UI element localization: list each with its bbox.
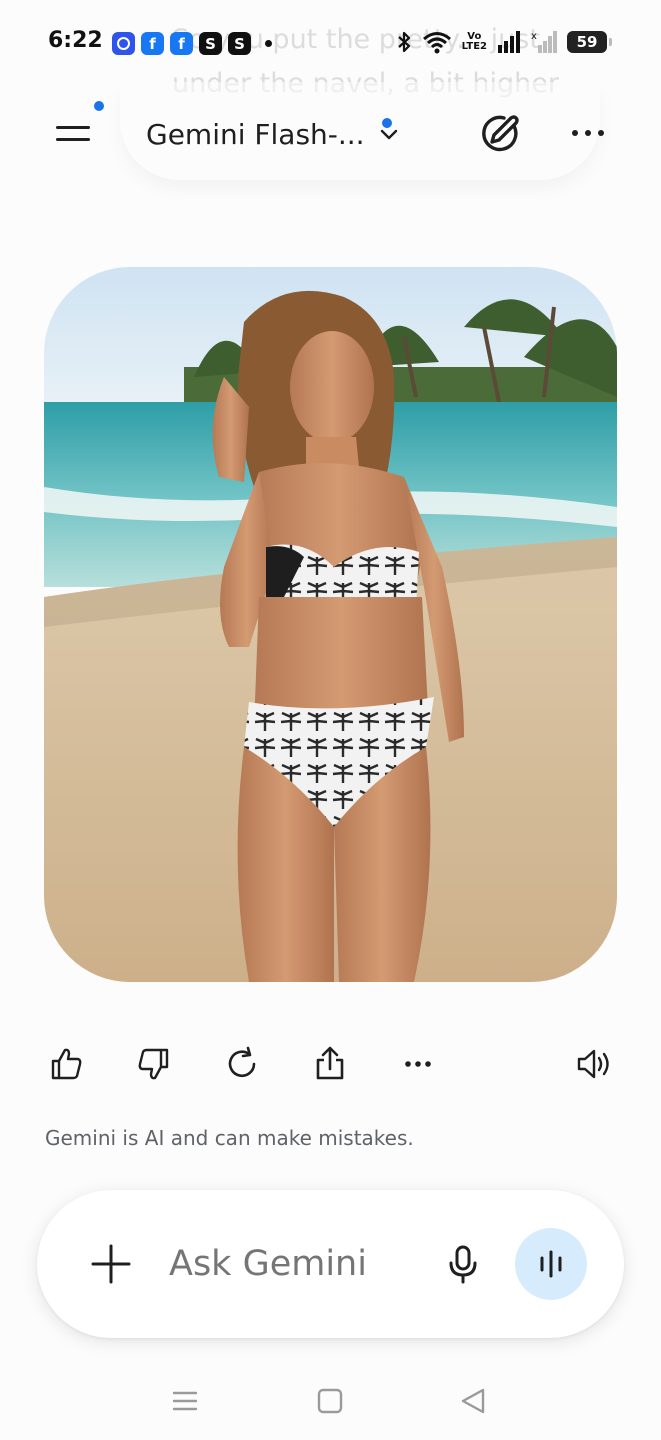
bluetooth-icon <box>397 31 410 53</box>
prompt-bar <box>37 1190 624 1338</box>
ai-disclaimer: Gemini is AI and can make mistakes. <box>45 1126 414 1150</box>
wifi-icon <box>422 32 451 54</box>
model-notification-dot <box>382 118 392 128</box>
waveform-icon <box>540 1250 562 1278</box>
facebook-icon: f <box>141 32 164 55</box>
model-picker[interactable]: Gemini Flash-... <box>146 112 399 156</box>
system-navigation-bar <box>0 1372 661 1428</box>
add-attachment-button[interactable] <box>87 1240 135 1288</box>
signal-app-icon <box>112 32 135 55</box>
live-mode-button[interactable] <box>515 1228 587 1300</box>
response-image[interactable] <box>44 267 617 982</box>
more-dot <box>598 130 604 136</box>
regenerate-button[interactable] <box>214 1036 270 1092</box>
hamburger-icon <box>56 126 90 129</box>
read-aloud-button[interactable] <box>566 1036 622 1092</box>
more-icon <box>405 1061 431 1067</box>
facebook-icon: f <box>170 32 193 55</box>
plus-icon <box>91 1244 131 1284</box>
new-chat-button[interactable] <box>474 108 526 160</box>
system-icons: Vo LTE2 x 59 <box>396 30 612 54</box>
thumbs-down-icon <box>138 1048 169 1080</box>
model-name: Gemini Flash-... <box>146 117 365 151</box>
microphone-button[interactable] <box>439 1240 487 1288</box>
battery-indicator: 59 <box>567 31 612 53</box>
ask-gemini-input[interactable] <box>169 1236 419 1292</box>
microphone-icon <box>449 1245 477 1284</box>
s-app-icon: S <box>228 32 251 55</box>
more-options-button[interactable] <box>566 118 610 148</box>
recent-apps-icon[interactable] <box>170 1386 200 1416</box>
thumbs-up-icon <box>51 1048 82 1080</box>
cell-signal-icon <box>498 31 520 53</box>
more-dot <box>585 130 591 136</box>
svg-text:x: x <box>531 31 537 42</box>
share-button[interactable] <box>302 1036 358 1092</box>
thumbs-down-button[interactable] <box>126 1036 182 1092</box>
response-actions <box>0 1036 661 1092</box>
edit-icon <box>482 115 519 152</box>
back-icon[interactable] <box>459 1386 489 1416</box>
menu-notification-dot <box>94 101 104 111</box>
beach-photo <box>44 267 617 982</box>
menu-button[interactable] <box>52 114 96 154</box>
more-actions-button[interactable] <box>390 1036 446 1092</box>
hamburger-icon-bar <box>56 138 90 141</box>
speaker-icon <box>577 1049 609 1079</box>
regenerate-icon <box>228 1046 256 1078</box>
cell-signal-2-icon: x <box>531 31 557 53</box>
status-bar: 6:22 f f S S Vo LTE2 x 59 <box>0 0 661 86</box>
more-horizontal-icon <box>572 130 578 136</box>
notification-icons: f f S S <box>112 32 272 55</box>
thumbs-up-button[interactable] <box>38 1036 94 1092</box>
s-app-icon: S <box>199 32 222 55</box>
more-notifications-dot <box>265 40 272 47</box>
share-icon <box>316 1046 344 1080</box>
home-icon[interactable] <box>315 1386 345 1416</box>
status-time: 6:22 <box>48 28 103 53</box>
volte-indicator: Vo LTE2 <box>461 31 487 52</box>
